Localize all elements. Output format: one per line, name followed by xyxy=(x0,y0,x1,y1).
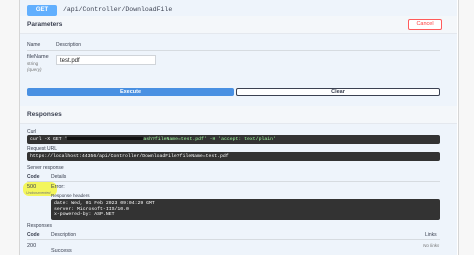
param-location: (query) xyxy=(27,67,42,72)
doc-column-links: Links xyxy=(425,232,437,238)
right-gutter xyxy=(458,0,474,255)
redacted-url-segment xyxy=(67,137,144,141)
left-gutter xyxy=(0,0,20,255)
cancel-button[interactable]: Cancel xyxy=(408,19,442,30)
endpoint-path: /api/Controller/DownloadFile xyxy=(63,6,173,13)
execute-button[interactable]: Execute xyxy=(27,88,234,96)
response-headers-block: date: Wed, 01 Feb 2023 09:04:29 GMT serv… xyxy=(51,199,440,220)
error-text: Error: xyxy=(51,184,65,190)
server-response-divider xyxy=(27,181,440,182)
curl-suffix: ash?fileName=test.pdf' -H 'accept: text/… xyxy=(143,137,276,142)
server-response-label: Server response xyxy=(27,165,64,171)
request-url-block: https://localhost:44356/api/Controller/D… xyxy=(27,152,440,161)
curl-command-block: curl -X GET ' ash?fileName=test.pdf' -H '… xyxy=(27,135,440,144)
doc-status-code: 200 xyxy=(27,243,37,249)
param-name: fileName xyxy=(27,54,49,60)
curl-prefix: curl -X GET ' xyxy=(30,137,68,142)
no-links-text: No links xyxy=(423,243,440,248)
column-details-label: Details xyxy=(51,174,67,180)
doc-column-description: Description xyxy=(51,232,77,238)
column-name-label: Name xyxy=(27,42,41,48)
param-type: string xyxy=(27,61,39,66)
filename-input[interactable]: test.pdf xyxy=(56,55,156,65)
response-headers-label: Response headers xyxy=(51,193,90,198)
parameters-title: Parameters xyxy=(27,21,63,28)
server-status-note: Undocumented xyxy=(26,191,51,195)
responses-title: Responses xyxy=(27,111,62,118)
server-status-code: 500 xyxy=(27,184,37,190)
doc-status-description: Success xyxy=(51,248,72,254)
column-description-label: Description xyxy=(56,42,82,48)
responses-header xyxy=(20,106,457,124)
parameters-header xyxy=(20,16,457,34)
clear-button[interactable]: Clear xyxy=(236,88,440,96)
column-code-label: Code xyxy=(27,174,40,180)
documented-responses-divider xyxy=(27,239,440,240)
documented-responses-title: Responses xyxy=(27,223,53,229)
parameters-divider xyxy=(27,50,440,51)
header-line: x-powered-by: ASP.NET xyxy=(54,212,115,218)
http-method-badge: GET xyxy=(27,5,57,16)
doc-column-code: Code xyxy=(27,232,40,238)
